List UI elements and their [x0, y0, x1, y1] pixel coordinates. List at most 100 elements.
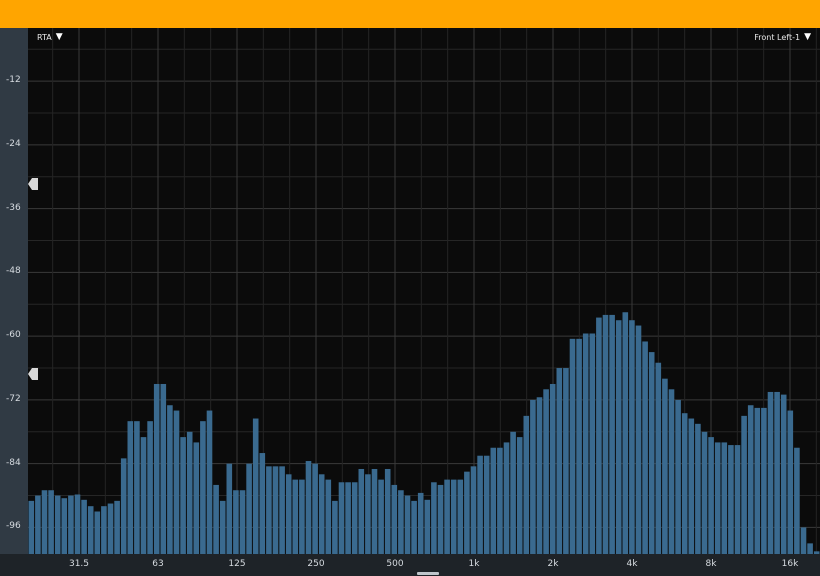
bar [582, 333, 589, 554]
bar [648, 352, 655, 554]
x-tick-label: 250 [307, 559, 325, 569]
bar [351, 482, 358, 554]
bar [279, 466, 285, 554]
bar [602, 314, 609, 554]
bar [629, 320, 635, 554]
range-handle-top-icon[interactable] [28, 178, 38, 190]
bar [477, 455, 483, 554]
bar [675, 399, 681, 554]
bar [272, 466, 279, 554]
bar [404, 495, 411, 554]
bar [424, 499, 431, 554]
bar [774, 391, 780, 554]
bar [635, 325, 642, 554]
bar [787, 410, 794, 554]
bar [510, 431, 516, 554]
bar [252, 418, 259, 554]
bar [226, 463, 233, 554]
y-tick-label: -24 [6, 138, 21, 149]
bar [180, 437, 186, 554]
bar [530, 399, 536, 554]
x-tick-label: 2k [547, 559, 559, 569]
triangle-down-icon: ▼ [804, 32, 811, 42]
bar [246, 463, 252, 554]
bar [74, 494, 81, 554]
bar [807, 543, 813, 554]
bar [134, 421, 140, 554]
bar [411, 500, 417, 554]
mode-label: RTA [37, 32, 52, 42]
bar [780, 394, 787, 554]
bar [81, 499, 87, 554]
bar [391, 484, 398, 554]
bar [54, 495, 61, 554]
bar [338, 482, 345, 554]
bar [305, 461, 312, 554]
bars [28, 312, 820, 554]
bar [747, 405, 754, 554]
bar [662, 378, 668, 554]
bar [589, 333, 596, 554]
mode-selector[interactable]: RTA ▼ [37, 32, 63, 42]
bar [193, 442, 200, 554]
y-tick-label: -96 [6, 521, 21, 532]
bar [365, 474, 371, 554]
bar [114, 500, 120, 554]
channel-selector[interactable]: Front Left-1 ▼ [754, 32, 811, 42]
bar [285, 474, 292, 554]
bar [140, 437, 147, 554]
range-handle-bottom-icon[interactable] [28, 368, 38, 380]
x-tick-label: 16k [781, 559, 799, 569]
bar [167, 405, 173, 554]
grid-lines [28, 28, 820, 554]
resize-grip[interactable] [417, 572, 439, 575]
bar [464, 471, 470, 554]
x-tick-label: 1k [468, 559, 480, 569]
bar [101, 506, 107, 554]
bar [556, 368, 563, 554]
y-tick-label: -36 [6, 202, 21, 213]
bar [213, 484, 219, 554]
bar [292, 479, 299, 554]
bar [160, 383, 167, 554]
bar [444, 479, 450, 554]
bar [523, 415, 530, 554]
bar [695, 423, 701, 554]
bar [688, 418, 695, 554]
bar [563, 368, 569, 554]
y-tick-label: -12 [6, 75, 21, 86]
bar [516, 437, 523, 554]
bar [457, 479, 464, 554]
y-axis-panel [0, 28, 28, 576]
bar [721, 442, 728, 554]
title-bar [0, 0, 820, 28]
x-tick-label: 4k [626, 559, 638, 569]
y-tick-label: -60 [6, 330, 21, 341]
bar [431, 482, 437, 554]
y-tick-label: -72 [6, 393, 21, 404]
bar [497, 447, 503, 554]
bar [609, 314, 615, 554]
x-tick-label: 63 [152, 559, 164, 569]
bar [615, 320, 622, 554]
bar [536, 397, 543, 554]
bar [312, 463, 318, 554]
bar [318, 474, 325, 554]
bar [127, 421, 134, 554]
x-tick-label: 31.5 [68, 559, 90, 569]
bar [767, 391, 774, 554]
x-tick-label: 125 [228, 559, 246, 569]
bar [259, 453, 266, 554]
bar [503, 442, 510, 554]
bar [450, 479, 457, 554]
bar [266, 466, 272, 554]
triangle-down-icon: ▼ [55, 32, 63, 42]
bar [642, 341, 648, 554]
x-axis-panel [0, 554, 820, 576]
bar [655, 362, 662, 554]
bar [714, 442, 721, 554]
bar [681, 413, 688, 554]
bar [417, 492, 424, 554]
y-tick-label: -48 [6, 266, 21, 277]
bar [87, 506, 94, 554]
